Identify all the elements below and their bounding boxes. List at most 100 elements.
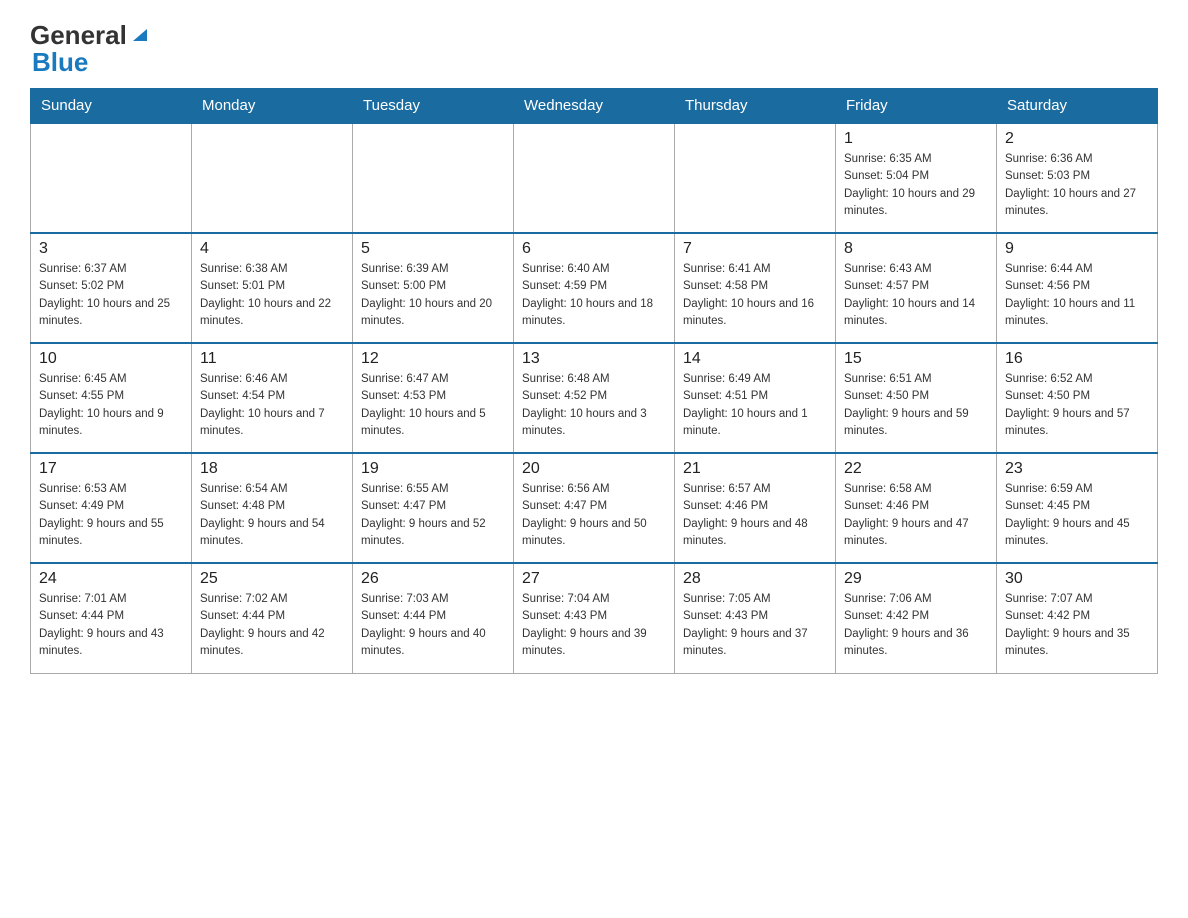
calendar-weekday-header: Friday — [836, 89, 997, 124]
calendar-week-row: 24 Sunrise: 7:01 AMSunset: 4:44 PMDayligh… — [31, 563, 1158, 673]
day-number: 25 — [200, 570, 344, 588]
day-info: Sunrise: 7:04 AMSunset: 4:43 PMDaylight:… — [522, 591, 666, 660]
calendar-day-cell: 28Sunrise: 7:05 AMSunset: 4:43 PMDayligh… — [675, 563, 836, 673]
day-number: 17 — [39, 460, 183, 478]
day-info: Sunrise: 7:03 AMSunset: 4:44 PMDaylight:… — [361, 591, 505, 660]
day-info: Sunrise: 6:51 AMSunset: 4:50 PMDaylight:… — [844, 371, 988, 440]
day-number: 26 — [361, 570, 505, 588]
day-number: 20 — [522, 460, 666, 478]
day-number: 6 — [522, 240, 666, 258]
logo-triangle-icon — [129, 23, 151, 45]
calendar-day-cell: 29 Sunrise: 7:06 AMSunset: 4:42 PMDayligh… — [836, 563, 997, 673]
calendar-day-cell: 16 Sunrise: 6:52 AMSunset: 4:50 PMDayligh… — [997, 343, 1158, 453]
day-number: 22 — [844, 460, 988, 478]
day-info: Sunrise: 6:54 AMSunset: 4:48 PMDaylight:… — [200, 481, 344, 550]
calendar-week-row: 17Sunrise: 6:53 AMSunset: 4:49 PMDayligh… — [31, 453, 1158, 563]
calendar-day-cell: 4 Sunrise: 6:38 AMSunset: 5:01 PMDaylight… — [192, 233, 353, 343]
calendar-day-cell: 23Sunrise: 6:59 AMSunset: 4:45 PMDayligh… — [997, 453, 1158, 563]
calendar-day-cell — [514, 123, 675, 233]
day-info: Sunrise: 6:46 AMSunset: 4:54 PMDaylight:… — [200, 371, 344, 440]
day-number: 8 — [844, 240, 988, 258]
calendar-day-cell: 24 Sunrise: 7:01 AMSunset: 4:44 PMDayligh… — [31, 563, 192, 673]
page-header: General Blue — [30, 20, 1158, 78]
calendar-table: SundayMondayTuesdayWednesdayThursdayFrid… — [30, 88, 1158, 674]
calendar-day-cell: 2 Sunrise: 6:36 AMSunset: 5:03 PMDaylight… — [997, 123, 1158, 233]
day-info: Sunrise: 7:06 AMSunset: 4:42 PMDaylight:… — [844, 591, 988, 660]
day-number: 19 — [361, 460, 505, 478]
calendar-day-cell: 13 Sunrise: 6:48 AMSunset: 4:52 PMDayligh… — [514, 343, 675, 453]
day-info: Sunrise: 6:41 AMSunset: 4:58 PMDaylight:… — [683, 261, 827, 330]
day-number: 24 — [39, 570, 183, 588]
calendar-day-cell: 18 Sunrise: 6:54 AMSunset: 4:48 PMDayligh… — [192, 453, 353, 563]
calendar-header-row: SundayMondayTuesdayWednesdayThursdayFrid… — [31, 89, 1158, 124]
logo: General Blue — [30, 20, 151, 78]
calendar-day-cell: 20 Sunrise: 6:56 AMSunset: 4:47 PMDayligh… — [514, 453, 675, 563]
day-info: Sunrise: 6:44 AMSunset: 4:56 PMDaylight:… — [1005, 261, 1149, 330]
calendar-day-cell: 17Sunrise: 6:53 AMSunset: 4:49 PMDayligh… — [31, 453, 192, 563]
calendar-day-cell: 14Sunrise: 6:49 AMSunset: 4:51 PMDayligh… — [675, 343, 836, 453]
day-number: 18 — [200, 460, 344, 478]
day-number: 11 — [200, 350, 344, 368]
calendar-day-cell — [192, 123, 353, 233]
day-number: 7 — [683, 240, 827, 258]
day-number: 12 — [361, 350, 505, 368]
day-number: 13 — [522, 350, 666, 368]
calendar-day-cell: 8 Sunrise: 6:43 AMSunset: 4:57 PMDaylight… — [836, 233, 997, 343]
calendar-week-row: 1 Sunrise: 6:35 AMSunset: 5:04 PMDaylight… — [31, 123, 1158, 233]
calendar-day-cell: 25 Sunrise: 7:02 AMSunset: 4:44 PMDayligh… — [192, 563, 353, 673]
calendar-day-cell: 19Sunrise: 6:55 AMSunset: 4:47 PMDayligh… — [353, 453, 514, 563]
calendar-day-cell — [353, 123, 514, 233]
day-info: Sunrise: 6:38 AMSunset: 5:01 PMDaylight:… — [200, 261, 344, 330]
day-info: Sunrise: 6:37 AMSunset: 5:02 PMDaylight:… — [39, 261, 183, 330]
day-info: Sunrise: 6:36 AMSunset: 5:03 PMDaylight:… — [1005, 151, 1149, 220]
day-info: Sunrise: 6:47 AMSunset: 4:53 PMDaylight:… — [361, 371, 505, 440]
calendar-day-cell — [675, 123, 836, 233]
day-number: 15 — [844, 350, 988, 368]
day-info: Sunrise: 6:56 AMSunset: 4:47 PMDaylight:… — [522, 481, 666, 550]
calendar-weekday-header: Sunday — [31, 89, 192, 124]
calendar-day-cell: 21 Sunrise: 6:57 AMSunset: 4:46 PMDayligh… — [675, 453, 836, 563]
day-number: 16 — [1005, 350, 1149, 368]
calendar-week-row: 3 Sunrise: 6:37 AMSunset: 5:02 PMDaylight… — [31, 233, 1158, 343]
day-info: Sunrise: 6:39 AMSunset: 5:00 PMDaylight:… — [361, 261, 505, 330]
day-number: 30 — [1005, 570, 1149, 588]
calendar-weekday-header: Tuesday — [353, 89, 514, 124]
logo-blue-text: Blue — [30, 47, 151, 78]
calendar-day-cell: 1 Sunrise: 6:35 AMSunset: 5:04 PMDaylight… — [836, 123, 997, 233]
day-info: Sunrise: 6:40 AMSunset: 4:59 PMDaylight:… — [522, 261, 666, 330]
day-number: 21 — [683, 460, 827, 478]
day-info: Sunrise: 6:43 AMSunset: 4:57 PMDaylight:… — [844, 261, 988, 330]
day-number: 1 — [844, 130, 988, 148]
day-number: 14 — [683, 350, 827, 368]
day-info: Sunrise: 7:07 AMSunset: 4:42 PMDaylight:… — [1005, 591, 1149, 660]
calendar-day-cell: 12 Sunrise: 6:47 AMSunset: 4:53 PMDayligh… — [353, 343, 514, 453]
day-info: Sunrise: 7:05 AMSunset: 4:43 PMDaylight:… — [683, 591, 827, 660]
calendar-day-cell: 3 Sunrise: 6:37 AMSunset: 5:02 PMDaylight… — [31, 233, 192, 343]
calendar-weekday-header: Monday — [192, 89, 353, 124]
calendar-day-cell — [31, 123, 192, 233]
day-number: 4 — [200, 240, 344, 258]
day-number: 10 — [39, 350, 183, 368]
day-info: Sunrise: 6:48 AMSunset: 4:52 PMDaylight:… — [522, 371, 666, 440]
calendar-weekday-header: Wednesday — [514, 89, 675, 124]
calendar-weekday-header: Saturday — [997, 89, 1158, 124]
day-number: 29 — [844, 570, 988, 588]
day-number: 9 — [1005, 240, 1149, 258]
calendar-day-cell: 5 Sunrise: 6:39 AMSunset: 5:00 PMDaylight… — [353, 233, 514, 343]
calendar-weekday-header: Thursday — [675, 89, 836, 124]
day-info: Sunrise: 6:35 AMSunset: 5:04 PMDaylight:… — [844, 151, 988, 220]
calendar-day-cell: 6 Sunrise: 6:40 AMSunset: 4:59 PMDaylight… — [514, 233, 675, 343]
day-number: 3 — [39, 240, 183, 258]
calendar-day-cell: 22 Sunrise: 6:58 AMSunset: 4:46 PMDayligh… — [836, 453, 997, 563]
day-info: Sunrise: 7:02 AMSunset: 4:44 PMDaylight:… — [200, 591, 344, 660]
day-info: Sunrise: 6:57 AMSunset: 4:46 PMDaylight:… — [683, 481, 827, 550]
calendar-week-row: 10Sunrise: 6:45 AMSunset: 4:55 PMDayligh… — [31, 343, 1158, 453]
day-info: Sunrise: 6:52 AMSunset: 4:50 PMDaylight:… — [1005, 371, 1149, 440]
day-info: Sunrise: 6:58 AMSunset: 4:46 PMDaylight:… — [844, 481, 988, 550]
day-number: 5 — [361, 240, 505, 258]
calendar-day-cell: 9 Sunrise: 6:44 AMSunset: 4:56 PMDaylight… — [997, 233, 1158, 343]
day-number: 2 — [1005, 130, 1149, 148]
calendar-day-cell: 26 Sunrise: 7:03 AMSunset: 4:44 PMDayligh… — [353, 563, 514, 673]
day-info: Sunrise: 6:59 AMSunset: 4:45 PMDaylight:… — [1005, 481, 1149, 550]
day-info: Sunrise: 7:01 AMSunset: 4:44 PMDaylight:… — [39, 591, 183, 660]
